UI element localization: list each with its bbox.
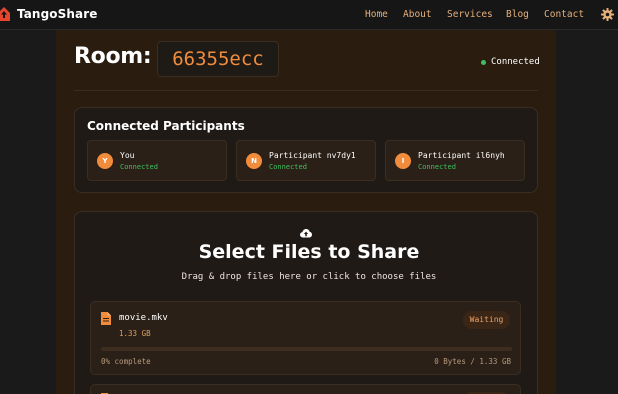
file-item <box>90 384 521 394</box>
participant-name: Participant nv7dy1 <box>269 151 356 160</box>
cloud-upload-icon <box>300 229 312 238</box>
upload-instructions: Drag & drop files here or click to choos… <box>181 272 437 282</box>
house-upload-icon <box>0 7 10 21</box>
participant-status: Connected <box>120 163 158 171</box>
file-name: movie.mkv <box>119 313 168 323</box>
participant-avatar: I <box>395 153 411 169</box>
connection-status: Connected <box>491 57 540 67</box>
participant-name: Participant il6nyh <box>418 151 505 160</box>
file-item: movie.mkv 1.33 GB Waiting 0% complete 0 … <box>90 301 521 375</box>
participant-name: You <box>120 151 135 160</box>
participant-avatar: Y <box>97 153 113 169</box>
room-header-divider <box>74 90 538 91</box>
file-progress-bar <box>101 347 512 351</box>
participants-title: Connected Participants <box>87 119 245 133</box>
nav-blog-link[interactable]: Blog <box>506 9 529 20</box>
file-status-badge: Waiting <box>463 311 510 329</box>
top-nav-bar: TangoShare Home About Services Blog Cont… <box>0 0 618 30</box>
gear-icon[interactable] <box>601 8 614 21</box>
file-progress-percent: 0% complete <box>101 357 151 366</box>
room-code[interactable]: 66355ecc <box>157 41 279 77</box>
participant-card: I Participant il6nyh Connected <box>385 140 525 181</box>
nav-home-link[interactable]: Home <box>365 9 388 20</box>
nav-services-link[interactable]: Services <box>447 9 493 20</box>
participant-status: Connected <box>269 163 307 171</box>
participant-avatar: N <box>246 153 262 169</box>
room-title: Room: <box>74 44 152 69</box>
upload-title: Select Files to Share <box>198 241 420 263</box>
nav-contact-link[interactable]: Contact <box>544 9 584 20</box>
participant-status: Connected <box>418 163 456 171</box>
file-size: 1.33 GB <box>119 329 151 338</box>
participant-card: N Participant nv7dy1 Connected <box>236 140 376 181</box>
file-icon <box>101 312 111 325</box>
participant-card: Y You Connected <box>87 140 227 181</box>
file-progress-bytes: 0 Bytes / 1.33 GB <box>434 357 511 366</box>
connection-status-dot <box>481 60 486 65</box>
nav-about-link[interactable]: About <box>403 9 432 20</box>
brand-name[interactable]: TangoShare <box>17 7 97 21</box>
